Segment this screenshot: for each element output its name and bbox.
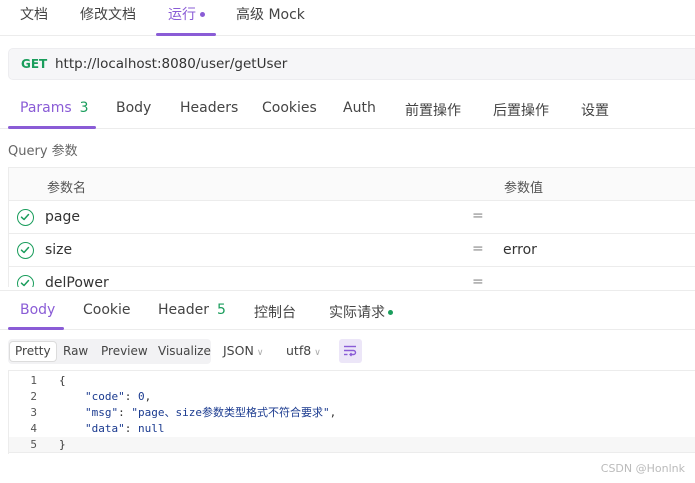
- params-count-badge: 3: [79, 100, 89, 116]
- params-table: 参数名 参数值 page = size = error delPower =: [8, 167, 695, 287]
- request-url-input[interactable]: http://localhost:8080/user/getUser: [55, 56, 287, 72]
- code-line: 2 "code": 0,: [9, 389, 695, 405]
- tab-post-operations[interactable]: 后置操作: [493, 100, 549, 120]
- code-text: }: [59, 438, 66, 451]
- response-tab-bar: Body Cookie Header 5 控制台 实际请求: [0, 290, 695, 330]
- url-bar[interactable]: GET http://localhost:8080/user/getUser: [8, 48, 695, 80]
- http-method-label[interactable]: GET: [21, 57, 47, 71]
- status-dot-icon: [388, 309, 393, 315]
- code-text: "code": 0,: [85, 390, 152, 403]
- header-count-badge: 5: [216, 302, 226, 318]
- wrap-lines-icon: [344, 345, 357, 357]
- column-header-name: 参数名: [47, 181, 87, 196]
- top-tab-bar: 文档 修改文档 运行 高级 Mock: [0, 0, 695, 36]
- json-key: "code": [85, 390, 125, 403]
- code-text: "msg": "page、size参数类型格式不符合要求",: [85, 406, 337, 419]
- tab-cookies[interactable]: Cookies: [262, 100, 317, 116]
- request-tab-bar: Params 3 Body Headers Cookies Auth 前置操作 后…: [0, 92, 695, 129]
- params-table-header: 参数名 参数值: [9, 168, 695, 201]
- tab-settings[interactable]: 设置: [581, 100, 609, 120]
- json-value: "page、size参数类型格式不符合要求": [131, 406, 330, 419]
- tab-advanced-mock[interactable]: 高级 Mock: [236, 4, 305, 24]
- line-number: 3: [30, 406, 37, 419]
- tab-console[interactable]: 控制台: [254, 302, 296, 322]
- json-value: 0: [138, 390, 145, 403]
- tab-actual-request-label: 实际请求: [329, 305, 385, 321]
- param-name[interactable]: delPower: [45, 275, 109, 287]
- code-line: 3 "msg": "page、size参数类型格式不符合要求",: [9, 405, 695, 421]
- column-header-value: 参数值: [504, 181, 544, 196]
- tab-response-header-label: Header: [158, 302, 209, 318]
- line-number: 1: [30, 374, 37, 387]
- chevron-down-icon: ∨: [314, 348, 321, 358]
- encoding-select-value: utf8: [286, 343, 312, 358]
- tab-response-cookie[interactable]: Cookie: [83, 302, 131, 318]
- tab-params[interactable]: Params 3: [20, 100, 89, 116]
- mode-visualize-button[interactable]: Visualize: [153, 342, 216, 361]
- tab-run-label: 运行: [168, 7, 196, 23]
- code-text: {: [59, 374, 66, 387]
- check-circle-icon[interactable]: [17, 275, 34, 287]
- param-name[interactable]: page: [45, 209, 80, 225]
- chevron-down-icon: ∨: [256, 348, 264, 358]
- tab-body[interactable]: Body: [116, 100, 151, 116]
- check-circle-icon[interactable]: [17, 242, 34, 259]
- divider: [8, 452, 695, 453]
- encoding-select[interactable]: utf8 ∨: [286, 343, 321, 358]
- param-row: size = error: [9, 234, 695, 267]
- json-key: "data": [85, 422, 125, 435]
- param-name[interactable]: size: [45, 242, 72, 258]
- top-tab-active-indicator: [156, 33, 216, 36]
- tab-response-header[interactable]: Header 5: [158, 302, 226, 318]
- line-number: 5: [30, 438, 37, 451]
- query-params-heading: Query 参数: [8, 144, 78, 159]
- response-body-viewer[interactable]: 1 { 2 "code": 0, 3 "msg": "page、size参数类型…: [8, 370, 695, 454]
- tab-edit-docs[interactable]: 修改文档: [80, 4, 136, 24]
- language-select[interactable]: JSON ∨: [223, 343, 263, 358]
- param-row: delPower =: [9, 267, 695, 287]
- code-line: 4 "data": null: [9, 421, 695, 437]
- language-select-value: JSON: [223, 343, 254, 358]
- tab-run[interactable]: 运行: [168, 4, 205, 24]
- json-key: "msg": [85, 406, 119, 419]
- param-equals: =: [472, 274, 484, 287]
- code-text: "data": null: [85, 422, 165, 435]
- param-row: page =: [9, 201, 695, 234]
- tab-headers[interactable]: Headers: [180, 100, 238, 116]
- tab-run-dot-icon: [200, 11, 205, 17]
- line-number: 4: [30, 422, 37, 435]
- param-value[interactable]: error: [503, 242, 537, 258]
- code-line: 5 }: [9, 437, 695, 453]
- json-value: null: [138, 422, 165, 435]
- request-tab-active-indicator: [8, 126, 96, 129]
- response-tab-active-indicator: [8, 327, 64, 330]
- tab-docs[interactable]: 文档: [20, 4, 48, 24]
- tab-response-body[interactable]: Body: [20, 302, 55, 318]
- view-mode-group: Pretty Raw Preview Visualize: [8, 339, 211, 364]
- param-equals: =: [472, 208, 484, 224]
- tab-auth[interactable]: Auth: [343, 100, 376, 116]
- tab-params-label: Params: [20, 100, 72, 116]
- tab-actual-request[interactable]: 实际请求: [329, 302, 393, 322]
- tab-pre-operations[interactable]: 前置操作: [405, 100, 461, 120]
- check-circle-icon[interactable]: [17, 209, 34, 226]
- word-wrap-button[interactable]: [339, 339, 362, 363]
- line-number: 2: [30, 390, 37, 403]
- mode-preview-button[interactable]: Preview: [96, 342, 153, 361]
- watermark: CSDN @Honlnk: [600, 462, 685, 475]
- mode-raw-button[interactable]: Raw: [58, 342, 93, 361]
- param-equals: =: [472, 241, 484, 257]
- code-line: 1 {: [9, 373, 695, 389]
- mode-pretty-button[interactable]: Pretty: [10, 342, 56, 361]
